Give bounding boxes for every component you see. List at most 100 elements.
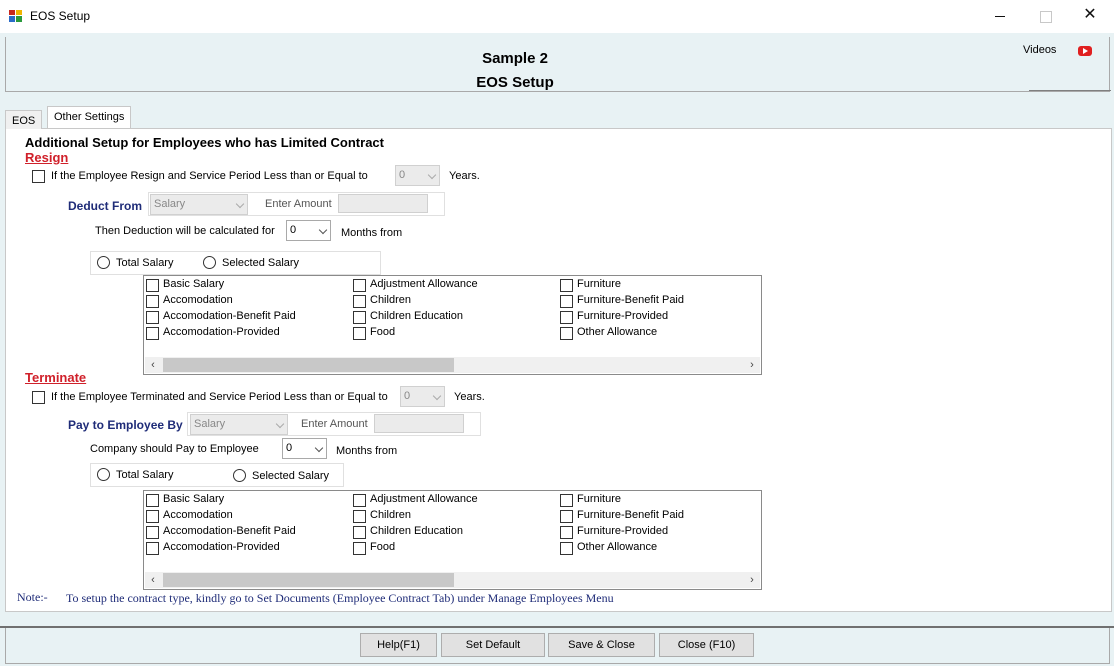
chevron-down-icon <box>275 419 285 429</box>
resign-horizontal-scrollbar[interactable]: ‹ › <box>145 357 760 373</box>
terminate-allowance-label: Adjustment Allowance <box>370 493 478 505</box>
window-title: EOS Setup <box>30 9 91 23</box>
title-bar: EOS Setup ✕ <box>0 0 1114 33</box>
resign-allowance-checkbox[interactable] <box>146 311 159 324</box>
app-icon <box>9 10 22 22</box>
scroll-left-icon[interactable]: ‹ <box>145 572 161 588</box>
resign-enter-amount-label: Enter Amount <box>265 198 332 210</box>
note-text: To setup the contract type, kindly go to… <box>66 591 614 605</box>
resign-allowance-checkbox[interactable] <box>353 279 366 292</box>
resign-total-salary-label: Total Salary <box>116 257 174 269</box>
save-close-button[interactable]: Save & Close <box>548 633 655 657</box>
resign-allowance-label: Basic Salary <box>163 278 225 290</box>
terminate-horizontal-scrollbar[interactable]: ‹ › <box>145 572 760 588</box>
resign-allowance-checkbox[interactable] <box>560 295 573 308</box>
deduct-from-label: Deduct From <box>68 199 143 213</box>
tab-other-settings[interactable]: Other Settings <box>47 106 132 128</box>
terminate-allowance-label: Accomodation-Provided <box>163 541 280 553</box>
terminate-allowance-checkbox[interactable] <box>146 494 159 507</box>
videos-link[interactable]: Videos <box>1023 44 1056 56</box>
maximize-button[interactable] <box>1022 0 1068 32</box>
resign-allowance-checkbox[interactable] <box>560 327 573 340</box>
resign-allowance-checkbox[interactable] <box>353 327 366 340</box>
deduct-from-select[interactable]: Salary <box>150 194 248 215</box>
resign-allowance-checkbox[interactable] <box>146 295 159 308</box>
terminate-enter-amount-label: Enter Amount <box>301 418 368 430</box>
terminate-months-select[interactable]: 0 <box>282 438 327 459</box>
terminate-allowance-checkbox[interactable] <box>353 526 366 539</box>
resign-months-select[interactable]: 0 <box>286 220 331 241</box>
resign-selected-salary-label: Selected Salary <box>222 257 300 269</box>
tab-eos[interactable]: EOS <box>5 110 43 129</box>
pay-to-employee-select[interactable]: Salary <box>190 414 288 435</box>
resign-allowance-checkbox[interactable] <box>353 311 366 324</box>
resign-allowance-label: Accomodation-Benefit Paid <box>163 310 296 322</box>
help-button[interactable]: Help(F1) <box>360 633 437 657</box>
company-name: Sample 2 <box>482 50 548 67</box>
terminate-allowance-checkbox[interactable] <box>560 510 573 523</box>
chevron-down-icon <box>318 225 328 235</box>
scroll-thumb[interactable] <box>163 573 454 587</box>
page-title: EOS Setup <box>476 74 554 91</box>
resign-title: Resign <box>25 150 69 165</box>
chevron-down-icon <box>314 443 324 453</box>
terminate-years-select[interactable]: 0 <box>400 386 445 407</box>
resign-allowance-label: Children <box>370 294 411 306</box>
terminate-allowance-checkbox[interactable] <box>146 542 159 555</box>
terminate-allowance-label: Children Education <box>370 525 463 537</box>
scroll-thumb[interactable] <box>163 358 454 372</box>
resign-selected-salary-radio[interactable] <box>203 256 216 269</box>
resign-allowance-checkbox[interactable] <box>353 295 366 308</box>
scroll-right-icon[interactable]: › <box>744 357 760 373</box>
scroll-right-icon[interactable]: › <box>744 572 760 588</box>
scroll-left-icon[interactable]: ‹ <box>145 357 161 373</box>
terminate-allowance-label: Other Allowance <box>577 541 658 553</box>
resign-condition-label: If the Employee Resign and Service Perio… <box>51 170 368 182</box>
deduction-months-label: Then Deduction will be calculated for <box>95 225 275 237</box>
terminate-selected-salary-radio[interactable] <box>233 469 246 482</box>
terminate-selected-salary-label: Selected Salary <box>252 470 330 482</box>
resign-allowance-checkbox[interactable] <box>146 327 159 340</box>
resign-years-label: Years. <box>449 170 480 182</box>
terminate-allowance-checkbox[interactable] <box>146 510 159 523</box>
terminate-allowance-checkbox[interactable] <box>353 542 366 555</box>
chevron-down-icon <box>427 170 437 180</box>
resign-allowance-checkbox[interactable] <box>146 279 159 292</box>
terminate-condition-checkbox[interactable] <box>32 391 45 404</box>
pay-to-employee-label: Pay to Employee By <box>68 418 183 432</box>
resign-months-value: 0 <box>290 224 297 236</box>
terminate-allowance-checkbox[interactable] <box>146 526 159 539</box>
note-label: Note:- <box>17 590 48 604</box>
resign-allowance-label: Children Education <box>370 310 463 322</box>
terminate-allowance-checkbox[interactable] <box>560 542 573 555</box>
resign-years-select[interactable]: 0 <box>395 165 440 186</box>
terminate-allowance-checkbox[interactable] <box>353 510 366 523</box>
close-button[interactable]: Close (F10) <box>659 633 754 657</box>
terminate-years-label: Years. <box>454 391 485 403</box>
resign-allowance-label: Adjustment Allowance <box>370 278 478 290</box>
chevron-down-icon <box>235 199 245 209</box>
resign-allowance-checkbox[interactable] <box>560 279 573 292</box>
resign-allowance-label: Furniture-Benefit Paid <box>577 294 684 306</box>
terminate-allowance-label: Food <box>370 541 396 553</box>
terminate-allowance-checkbox[interactable] <box>560 526 573 539</box>
resign-condition-checkbox[interactable] <box>32 170 45 183</box>
resign-allowance-label: Accomodation <box>163 294 233 306</box>
resign-allowance-checkbox[interactable] <box>560 311 573 324</box>
terminate-allowance-label: Furniture-Provided <box>577 525 669 537</box>
terminate-allowance-label: Accomodation <box>163 509 233 521</box>
minimize-button[interactable] <box>977 0 1023 32</box>
close-window-button[interactable]: ✕ <box>1067 0 1113 32</box>
set-default-button[interactable]: Set Default <box>441 633 545 657</box>
terminate-allowance-label: Accomodation-Benefit Paid <box>163 525 296 537</box>
terminate-allowance-checkbox[interactable] <box>353 494 366 507</box>
terminate-total-salary-radio[interactable] <box>97 468 110 481</box>
resign-total-salary-radio[interactable] <box>97 256 110 269</box>
terminate-allowance-checkbox[interactable] <box>560 494 573 507</box>
youtube-icon[interactable] <box>1078 46 1092 56</box>
pay-to-employee-value: Salary <box>194 418 226 430</box>
resign-amount-input[interactable] <box>338 194 428 213</box>
terminate-amount-input[interactable] <box>374 414 464 433</box>
terminate-years-value: 0 <box>404 390 411 402</box>
terminate-allowance-label: Children <box>370 509 411 521</box>
